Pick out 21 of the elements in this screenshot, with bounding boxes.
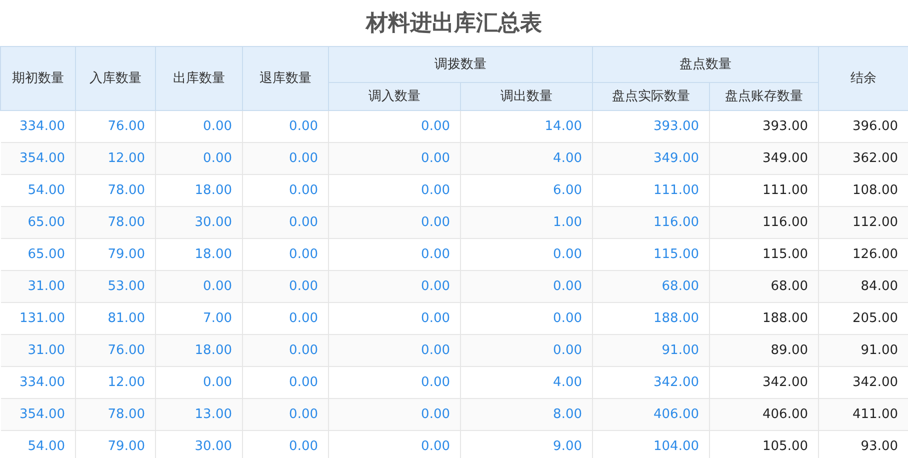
link-cell[interactable]: 30.00 <box>156 430 242 458</box>
group-header: 盘点数量 <box>592 46 818 82</box>
link-cell[interactable]: 79.00 <box>76 430 156 458</box>
report-title: 材料进出库汇总表 <box>366 10 542 38</box>
column-header: 出库数量 <box>156 46 242 110</box>
table-cell: 93.00 <box>818 430 908 458</box>
column-header: 期初数量 <box>0 46 76 110</box>
column-header: 调入数量 <box>328 82 460 110</box>
column-header: 盘点账存数量 <box>710 82 818 110</box>
group-header: 调拨数量 <box>328 46 592 82</box>
column-header: 盘点实际数量 <box>592 82 710 110</box>
column-header: 入库数量 <box>76 46 156 110</box>
link-cell[interactable]: 0.00 <box>242 430 328 458</box>
link-cell[interactable]: 0.00 <box>328 430 460 458</box>
link-cell[interactable]: 9.00 <box>460 430 592 458</box>
column-header: 结余 <box>818 46 908 110</box>
column-header: 调出数量 <box>460 82 592 110</box>
table-cell: 105.00 <box>710 430 818 458</box>
column-header: 退库数量 <box>242 46 328 110</box>
link-cell[interactable]: 104.00 <box>592 430 710 458</box>
link-cell[interactable]: 54.00 <box>0 430 76 458</box>
